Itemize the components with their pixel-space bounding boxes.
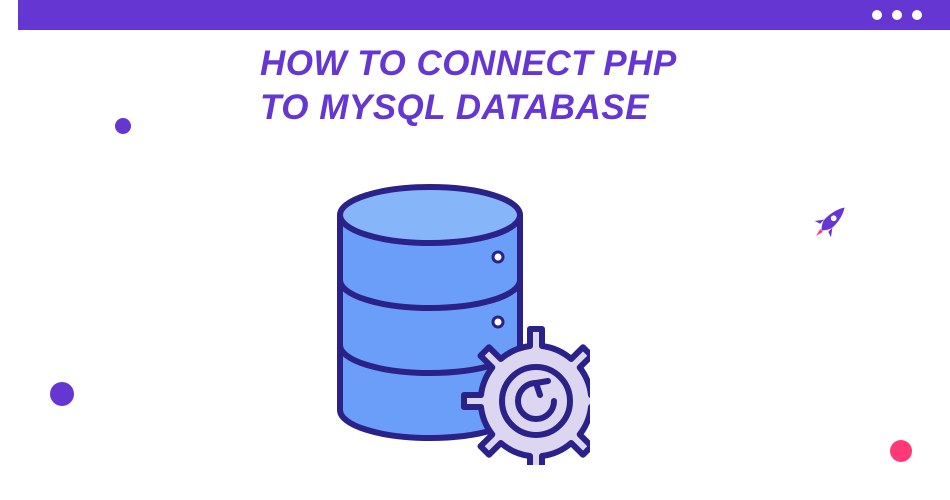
window-dot-icon	[912, 10, 922, 20]
database-gear-illustration	[330, 165, 590, 455]
top-accent-bar	[18, 0, 950, 30]
gear-refresh-icon	[464, 329, 590, 465]
page-title: HOW TO CONNECT PHP TO MYSQL DATABASE	[260, 42, 780, 130]
title-line-2: TO MYSQL DATABASE	[260, 88, 649, 127]
decorative-dot-icon	[890, 440, 912, 462]
window-dot-icon	[892, 10, 902, 20]
decorative-dot-icon	[50, 382, 74, 406]
window-dots	[872, 10, 922, 20]
window-dot-icon	[872, 10, 882, 20]
title-line-1: HOW TO CONNECT PHP	[260, 44, 677, 83]
decorative-dot-icon	[115, 118, 131, 134]
rocket-icon	[808, 198, 854, 244]
